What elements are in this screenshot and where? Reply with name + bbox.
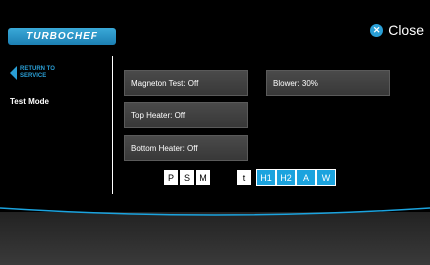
vertical-divider xyxy=(112,56,113,194)
mode-s-button[interactable]: S xyxy=(179,169,195,186)
bottom-heater-button[interactable]: Bottom Heater: Off xyxy=(124,135,248,161)
mode-a-button[interactable]: A xyxy=(296,169,316,186)
return-to-service-label: RETURN TO SERVICE xyxy=(20,66,55,79)
mode-h1-button[interactable]: H1 xyxy=(256,169,276,186)
footer-wave-line xyxy=(0,207,430,216)
footer-panel xyxy=(0,207,430,265)
sidebar-item-test-mode[interactable]: Test Mode xyxy=(10,97,49,106)
return-to-service-button[interactable]: RETURN TO SERVICE xyxy=(10,66,60,80)
close-icon: ✕ xyxy=(370,23,384,37)
mode-group-psm: P S M xyxy=(163,169,211,186)
close-label: Close xyxy=(388,22,424,38)
mode-w-button[interactable]: W xyxy=(316,169,336,186)
top-heater-button[interactable]: Top Heater: Off xyxy=(124,102,248,128)
mode-p-button[interactable]: P xyxy=(163,169,179,186)
blower-button[interactable]: Blower: 30% xyxy=(266,70,390,96)
mode-m-button[interactable]: M xyxy=(195,169,211,186)
mode-group-heaters: H1 H2 A W xyxy=(256,169,336,186)
magnetron-test-button[interactable]: Magneton Test: Off xyxy=(124,70,248,96)
mode-h2-button[interactable]: H2 xyxy=(276,169,296,186)
mode-group-t: t xyxy=(236,169,252,186)
turbochef-logo: TURBOCHEF xyxy=(8,28,116,45)
mode-t-button[interactable]: t xyxy=(236,169,252,186)
back-arrow-icon xyxy=(10,66,17,80)
close-button[interactable]: ✕ Close xyxy=(370,22,424,38)
